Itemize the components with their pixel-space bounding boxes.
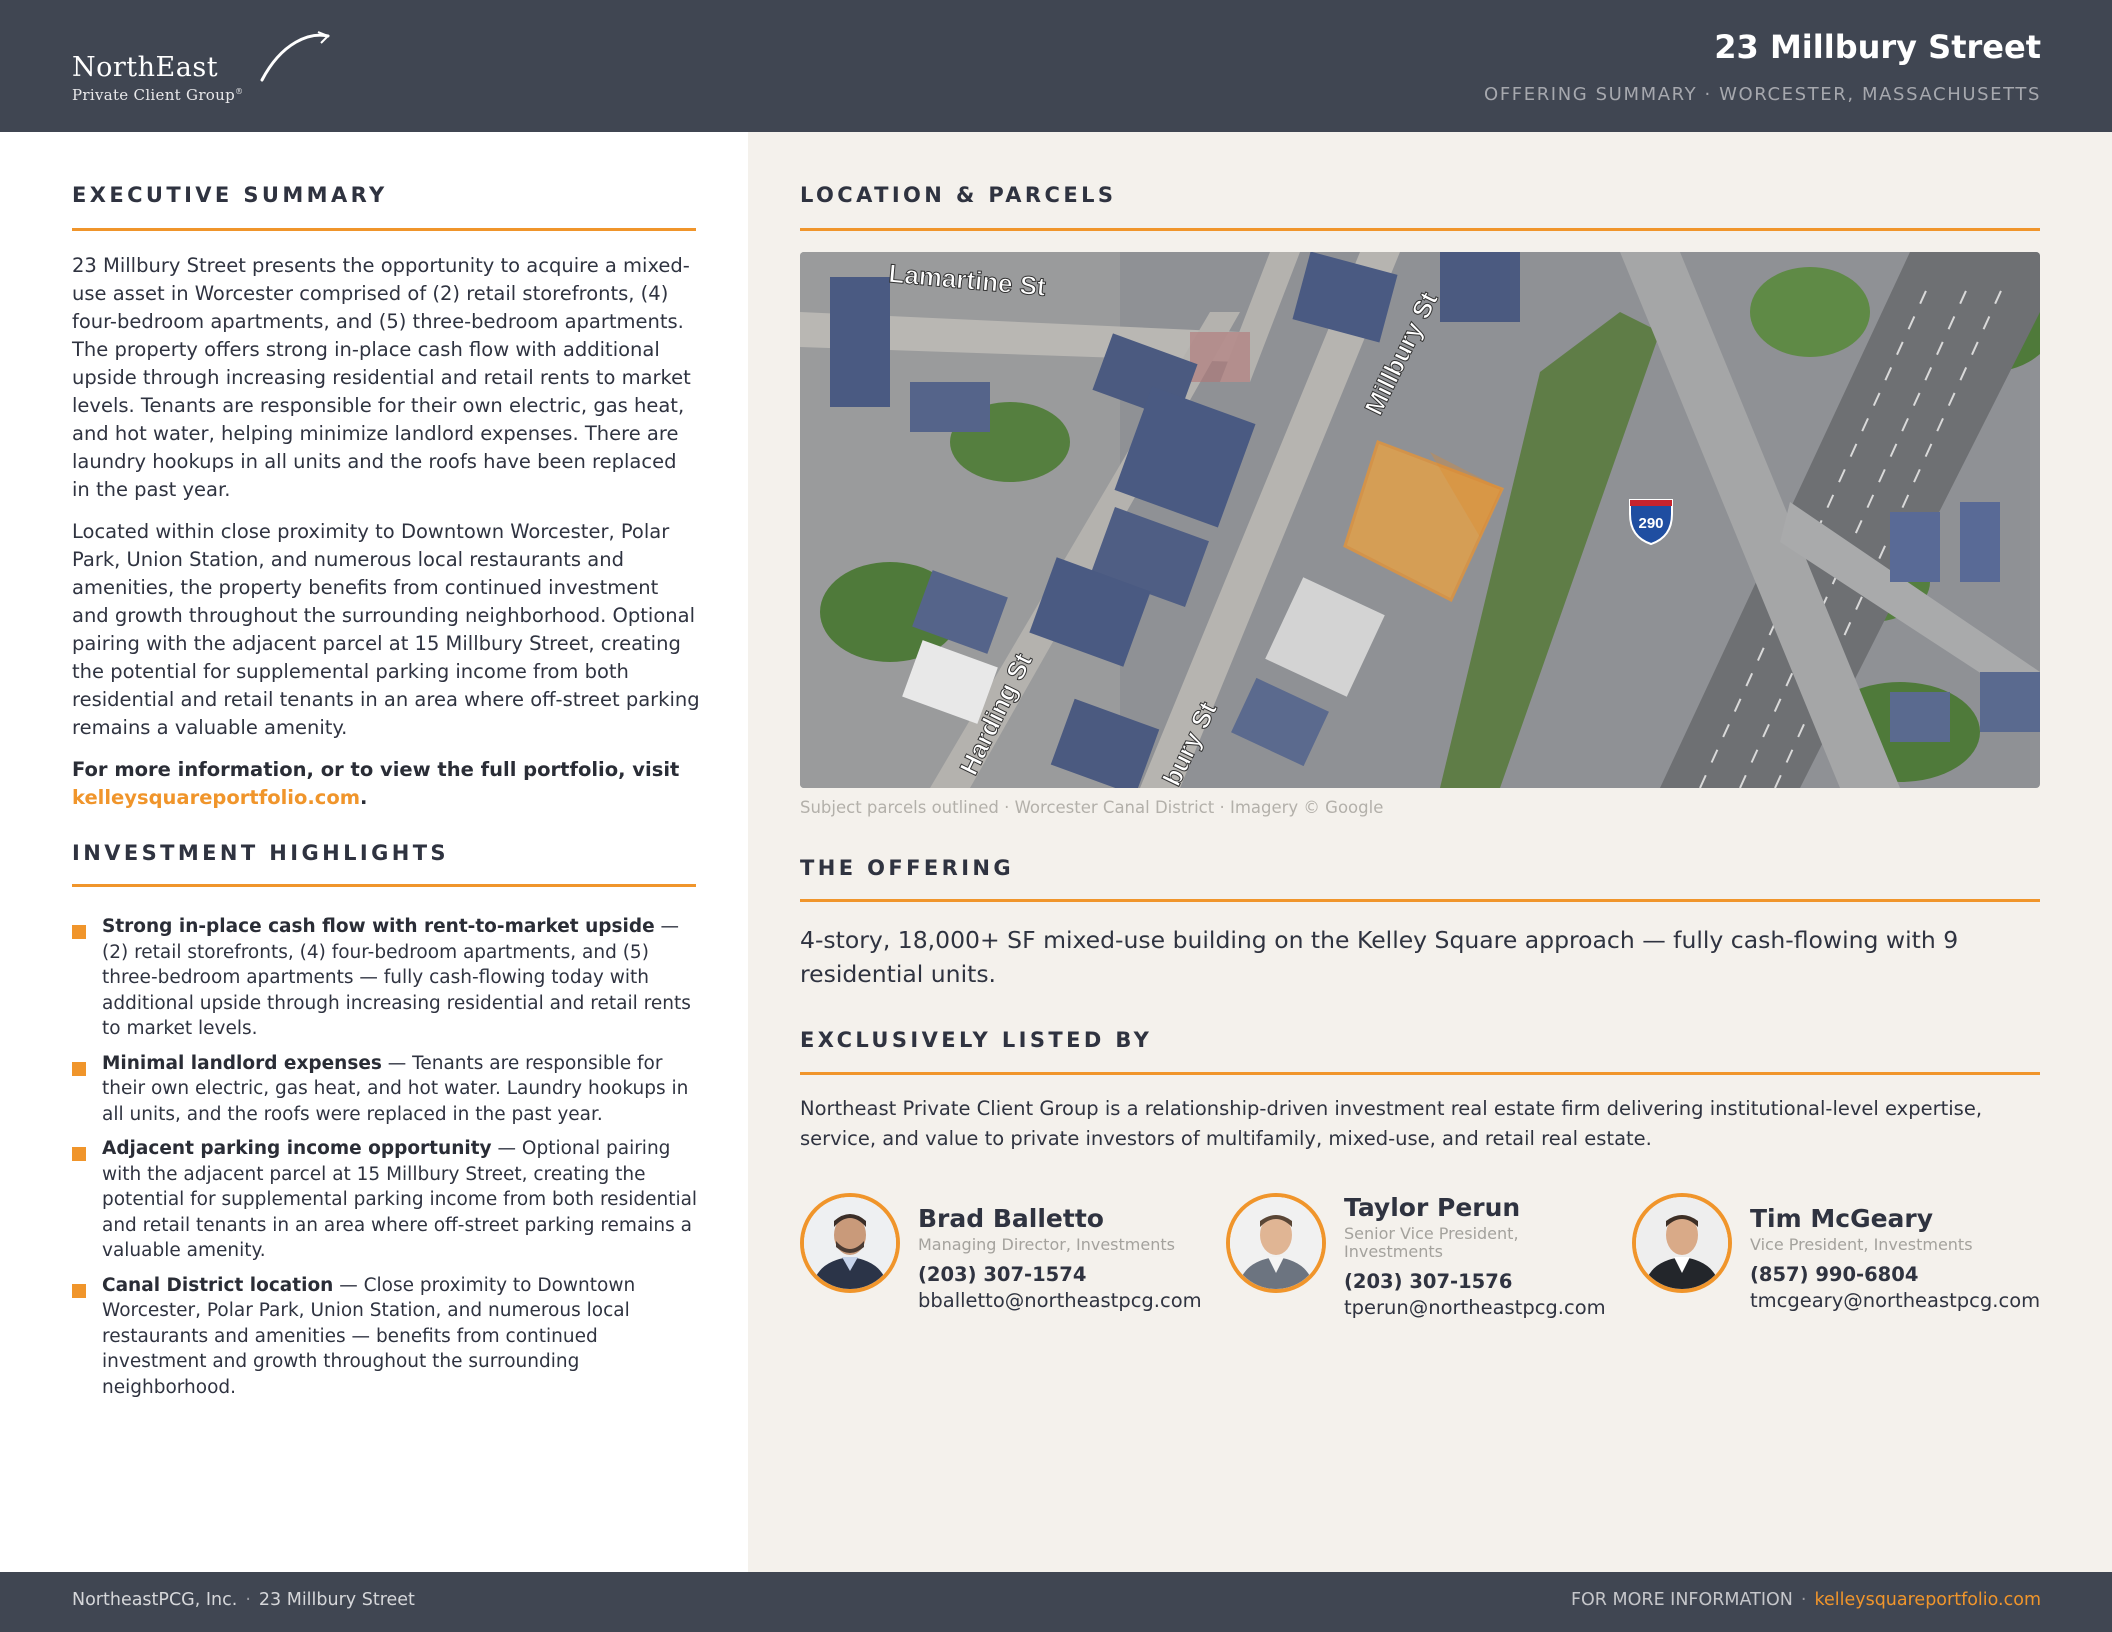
cta-text: For more information, or to view the ful… <box>72 756 702 812</box>
offering-description: 4-story, 18,000+ SF mixed-use building o… <box>800 926 1959 988</box>
offering-rule <box>800 899 2040 902</box>
investment-highlights-rule <box>72 884 696 887</box>
logo-swoosh-icon <box>260 31 330 82</box>
logo-trademark: ® <box>235 87 244 96</box>
highlight-item: Canal District location — Close proximit… <box>72 1273 700 1401</box>
bullet-square-icon <box>72 925 86 939</box>
location-rule <box>800 228 2040 231</box>
agent-email[interactable]: tmcgeary@northeastpcg.com <box>1750 1288 2050 1314</box>
executive-summary-heading: EXECUTIVE SUMMARY <box>72 183 388 207</box>
agent-info: Tim McGeary Vice President, Investments … <box>1750 1204 2050 1314</box>
executive-summary-rule <box>72 228 696 231</box>
property-title: 23 Millbury Street <box>1714 28 2041 66</box>
agent-name: Brad Balletto <box>918 1204 1104 1233</box>
listed-by-rule <box>800 1072 2040 1075</box>
listed-by-heading: EXCLUSIVELY LISTED BY <box>800 1028 1153 1052</box>
interstate-shield-label: 290 <box>1638 515 1663 532</box>
agent-email[interactable]: bballetto@northeastpcg.com <box>918 1288 1218 1314</box>
agent-portrait-icon <box>1230 1197 1322 1289</box>
agent-title: Vice President, Investments <box>1750 1235 1973 1254</box>
page-footer: NortheastPCG, Inc. · 23 Millbury Street FO… <box>0 1572 2112 1632</box>
highlight-heading: Minimal landlord expenses <box>102 1052 382 1074</box>
footer-link[interactable]: kelleysquareportfolio.com <box>1814 1590 2041 1610</box>
location-heading: LOCATION & PARCELS <box>800 183 1117 207</box>
portfolio-link[interactable]: kelleysquareportfolio.com <box>72 786 360 809</box>
footer-more-info: FOR MORE INFORMATION <box>1570 1590 1793 1610</box>
logo-sub-text: Private Client Group <box>72 86 236 104</box>
agent-phone[interactable]: (857) 990-6804 <box>1750 1262 2050 1288</box>
cta-period: . <box>360 786 368 809</box>
bullet-square-icon <box>72 1061 86 1076</box>
cta-prefix: For more information, or to view the ful… <box>72 758 680 781</box>
footer-separator: · <box>1800 1590 1807 1610</box>
aerial-map-image: 290 Lamartine St Millbury St Harding St … <box>800 252 2040 788</box>
map-caption: Subject parcels outlined · Worcester Can… <box>800 798 1384 817</box>
footer-address: 23 Millbury Street <box>258 1590 415 1610</box>
highlight-item: Minimal landlord expenses — Tenants are … <box>72 1051 700 1128</box>
highlight-item: Adjacent parking income opportunity — Op… <box>72 1136 700 1264</box>
agent-title: Senior Vice President, Investments <box>1344 1224 1519 1261</box>
footer-separator: · <box>245 1590 251 1610</box>
agent-name: Tim McGeary <box>1750 1204 1934 1233</box>
highlights-list: Strong in-place cash flow with rent-to-m… <box>72 914 700 1409</box>
page-header: NorthEast Private Client Group® 23 Millb… <box>0 0 2112 132</box>
agent-portrait-icon <box>1636 1197 1728 1289</box>
agent-portrait-icon <box>804 1197 896 1289</box>
agent-email[interactable]: tperun@northeastpcg.com <box>1344 1295 1644 1321</box>
agent-title: Managing Director, Investments <box>918 1235 1175 1254</box>
agent-name: Taylor Perun <box>1344 1193 1521 1222</box>
footer-company-name: NortheastPCG, Inc. <box>72 1590 238 1610</box>
highlight-heading: Adjacent parking income opportunity <box>102 1138 492 1159</box>
highlight-heading: Canal District location <box>102 1274 334 1296</box>
footer-info: FOR MORE INFORMATION · kelleysquareportfol… <box>1571 1590 2041 1610</box>
company-logo[interactable]: NorthEast Private Client Group® <box>72 30 330 110</box>
bullet-square-icon <box>72 1147 86 1161</box>
bullet-square-icon <box>72 1283 86 1298</box>
investment-highlights-heading: INVESTMENT HIGHLIGHTS <box>72 841 449 865</box>
firm-description: Northeast Private Client Group is a rela… <box>800 1097 1983 1150</box>
logo-subtitle: Private Client Group® <box>72 86 243 104</box>
avatar <box>800 1193 900 1293</box>
summary-paragraph-2: Located within close proximity to Downto… <box>72 520 700 739</box>
avatar <box>1632 1193 1732 1293</box>
offering-heading: THE OFFERING <box>800 856 1015 880</box>
agent-phone[interactable]: (203) 307-1576 <box>1344 1269 1644 1295</box>
agent-phone[interactable]: (203) 307-1574 <box>918 1262 1218 1288</box>
agent-info: Taylor Perun Senior Vice President, Inve… <box>1344 1193 1644 1321</box>
executive-summary-body: 23 Millbury Street presents the opportun… <box>72 252 700 756</box>
highlight-item: Strong in-place cash flow with rent-to-m… <box>72 914 700 1042</box>
avatar <box>1226 1193 1326 1293</box>
property-subtitle: OFFERING SUMMARY · WORCESTER, MASSACHUSE… <box>1484 84 2041 105</box>
agent-info: Brad Balletto Managing Director, Investm… <box>918 1204 1218 1314</box>
highlight-heading: Strong in-place cash flow with rent-to-m… <box>102 916 655 937</box>
logo-name: NorthEast <box>72 52 219 83</box>
aerial-map[interactable]: 290 Lamartine St Millbury St Harding St … <box>800 252 2040 788</box>
summary-paragraph-1: 23 Millbury Street presents the opportun… <box>72 254 691 501</box>
footer-company: NortheastPCG, Inc. · 23 Millbury Street <box>72 1590 415 1610</box>
